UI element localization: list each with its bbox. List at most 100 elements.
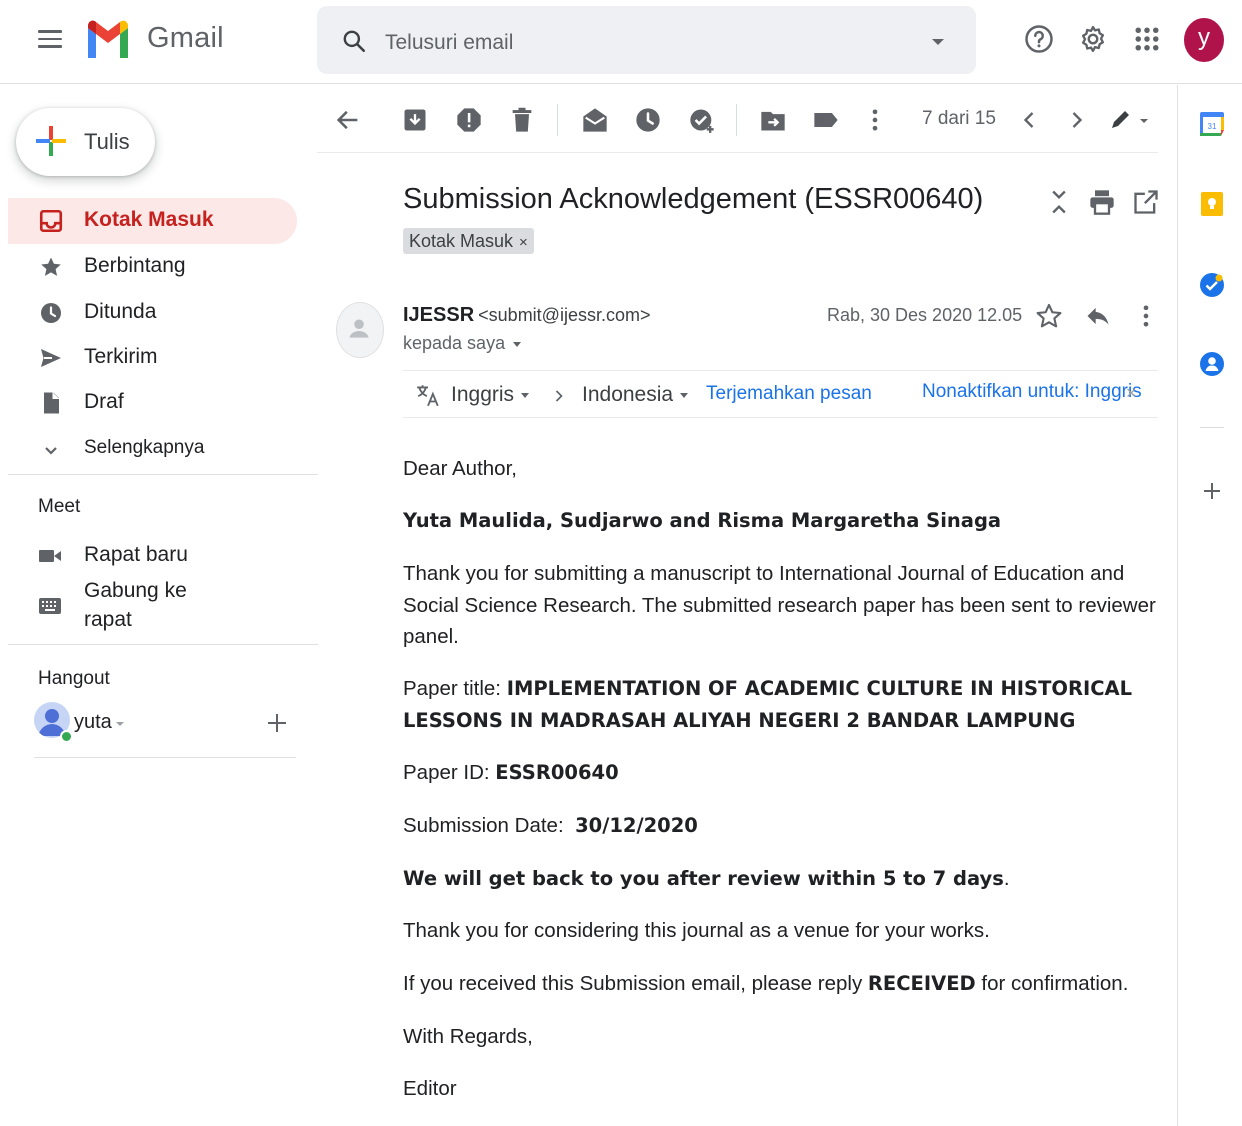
body-authors: Yuta Maulida, Sudjarwo and Risma Margare… (403, 505, 1163, 537)
remove-label-icon[interactable]: × (519, 234, 528, 251)
tasks-icon[interactable] (1198, 271, 1226, 299)
translate-bar: Inggris Indonesia Terjemahkan pesan Nona… (403, 370, 1158, 418)
close-translate-bar-icon[interactable]: × (1126, 383, 1137, 404)
hangout-section-title: Hangout (38, 668, 110, 689)
recipient-details-toggle[interactable]: kepada saya (403, 333, 522, 354)
apps-grid-icon[interactable] (1132, 24, 1162, 54)
mark-unread-icon[interactable] (581, 106, 609, 134)
search-box[interactable]: Telusuri email (317, 6, 976, 74)
disable-translation-link[interactable]: Nonaktifkan untuk: Inggris (922, 381, 1142, 403)
recipient-label: kepada saya (403, 333, 506, 353)
search-icon[interactable] (341, 28, 367, 54)
report-spam-icon[interactable] (455, 106, 483, 134)
sender-name[interactable]: IJESSR (403, 304, 474, 326)
toolbar-separator (736, 104, 737, 136)
body-greeting: Dear Author, (403, 457, 517, 480)
meet-new-meeting[interactable]: Rapat baru (30, 540, 230, 572)
archive-icon[interactable] (401, 106, 429, 134)
body-paper-title: Paper title: IMPLEMENTATION OF ACADEMIC … (403, 673, 1163, 736)
input-tools-pen-icon[interactable] (1108, 106, 1154, 134)
reply-post: for confirmation. (975, 972, 1129, 995)
nav-item-label: Selengkapnya (84, 437, 205, 458)
paper-id-label: Paper ID: (403, 761, 496, 784)
more-vert-icon[interactable] (1132, 302, 1160, 330)
video-camera-icon (39, 550, 61, 562)
nav-item-sent[interactable]: Terkirim (8, 335, 297, 381)
sender-line: IJESSR <submit@ijessr.com> (403, 304, 650, 327)
calendar-icon[interactable]: 31 (1198, 110, 1226, 138)
message-counter: 7 dari 15 (922, 108, 996, 129)
translate-message-link[interactable]: Terjemahkan pesan (706, 383, 872, 405)
body-signature: Editor (403, 1077, 457, 1100)
body-regards: With Regards, (403, 1025, 533, 1048)
toolbar-separator (557, 104, 558, 136)
hangout-user[interactable]: yuta (34, 702, 296, 744)
newer-chevron-left-icon[interactable] (1015, 106, 1043, 134)
gmail-logo-icon[interactable] (84, 18, 132, 62)
translate-icon (417, 385, 439, 407)
main-menu-icon[interactable] (38, 30, 62, 50)
target-language: Indonesia (582, 383, 674, 406)
help-icon[interactable] (1024, 24, 1054, 54)
meet-new-label: Rapat baru (84, 543, 188, 566)
star-icon (41, 257, 61, 276)
meet-divider (8, 644, 318, 645)
sender-avatar[interactable] (336, 302, 384, 358)
chevron-down-icon (45, 447, 57, 455)
more-vert-icon[interactable] (861, 106, 889, 134)
add-to-tasks-icon[interactable] (688, 106, 716, 134)
hangout-status-caret-icon[interactable] (116, 722, 124, 726)
meet-section-title: Meet (38, 496, 81, 517)
body-reply-instruction: If you received this Submission email, p… (403, 968, 1163, 1000)
search-input[interactable]: Telusuri email (385, 31, 513, 55)
submission-date-label: Submission Date: (403, 814, 576, 837)
contacts-icon[interactable] (1198, 350, 1226, 378)
meet-join-meeting[interactable]: Gabung ke rapat (30, 576, 230, 634)
reply-icon[interactable] (1084, 302, 1112, 330)
nav-item-more[interactable]: Selengkapnya (8, 427, 297, 473)
clock-icon (41, 303, 61, 323)
source-language-select[interactable]: Inggris (451, 383, 530, 407)
move-to-icon[interactable] (759, 106, 787, 134)
nav-item-inbox[interactable]: Kotak Masuk (8, 198, 297, 244)
nav-item-label: Berbintang (84, 254, 186, 277)
dropdown-caret-icon (680, 392, 689, 398)
star-icon[interactable] (1035, 302, 1063, 330)
add-addon-plus-icon[interactable] (1198, 477, 1226, 505)
open-in-new-window-icon[interactable] (1132, 188, 1160, 216)
nav-item-snoozed[interactable]: Ditunda (8, 290, 297, 336)
side-panel-divider (1177, 85, 1178, 1126)
nav-item-starred[interactable]: Berbintang (8, 244, 297, 290)
keep-notes-icon[interactable] (1198, 190, 1226, 218)
submission-date-value: 30/12/2020 (575, 814, 698, 837)
add-hangout-icon[interactable] (266, 712, 288, 734)
body-intro: Thank you for submitting a manuscript to… (403, 562, 1156, 648)
dropdown-caret-icon (521, 392, 530, 398)
label-icon[interactable] (812, 106, 840, 134)
body-thanks: Thank you for considering this journal a… (403, 919, 990, 942)
body-paper-id: Paper ID: ESSR00640 (403, 757, 1163, 789)
collapse-all-icon[interactable] (1045, 188, 1073, 216)
hangout-divider (34, 757, 296, 758)
body-submission-date: Submission Date: 30/12/2020 (403, 810, 1163, 842)
body-review-note: We will get back to you after review wit… (403, 863, 1163, 895)
older-chevron-right-icon[interactable] (1063, 106, 1091, 134)
delete-icon[interactable] (508, 106, 536, 134)
top-bar: Gmail Telusuri email y (0, 0, 1242, 84)
account-avatar[interactable]: y (1184, 18, 1224, 62)
label-chip-inbox[interactable]: Kotak Masuk × (403, 228, 534, 254)
target-language-select[interactable]: Indonesia (582, 383, 689, 407)
draft-icon (44, 392, 59, 414)
compose-button[interactable]: Tulis (16, 108, 155, 176)
print-icon[interactable] (1088, 188, 1116, 216)
meet-join-label: Gabung ke rapat (84, 579, 187, 631)
nav-item-label: Ditunda (84, 300, 157, 323)
snooze-icon[interactable] (634, 106, 662, 134)
gear-icon[interactable] (1078, 24, 1108, 54)
nav-item-drafts[interactable]: Draf (8, 380, 297, 426)
source-language: Inggris (451, 383, 515, 406)
paper-title-label: Paper title: (403, 677, 507, 700)
search-options-icon[interactable] (932, 39, 944, 45)
back-arrow-icon[interactable] (334, 106, 362, 134)
reply-pre: If you received this Submission email, p… (403, 972, 868, 995)
